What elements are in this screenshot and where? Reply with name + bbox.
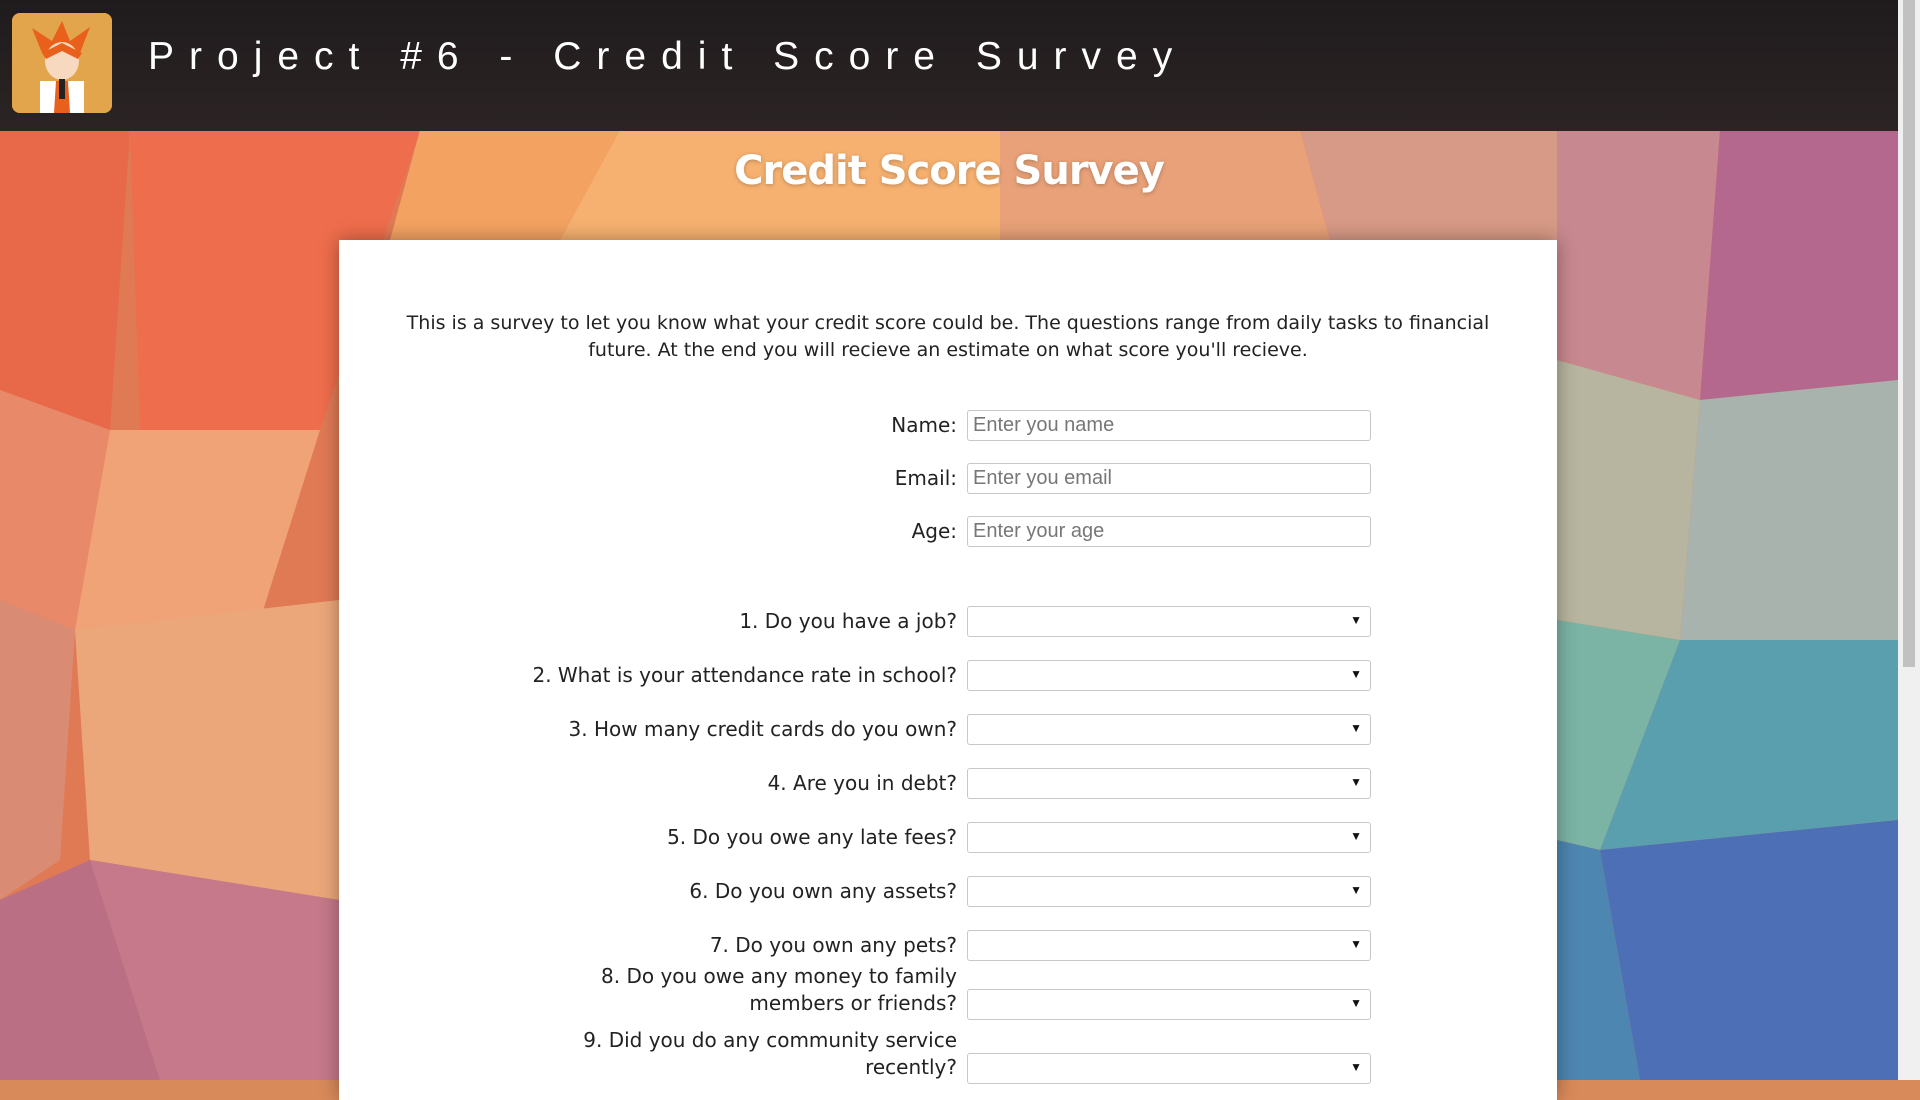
survey-panel: This is a survey to let you know what yo… [339, 240, 1557, 1100]
chevron-down-icon: ▼ [1350, 667, 1362, 681]
question-label: 3. How many credit cards do you own? [568, 717, 957, 741]
question-select[interactable]: ▼ [967, 822, 1371, 853]
question-select[interactable]: ▼ [967, 876, 1371, 907]
question-select[interactable]: ▼ [967, 1053, 1371, 1084]
question-select[interactable]: ▼ [967, 660, 1371, 691]
chevron-down-icon: ▼ [1350, 883, 1362, 897]
question-label: 5. Do you owe any late fees? [667, 825, 957, 849]
page-scrollbar[interactable] [1898, 0, 1920, 1080]
question-select[interactable]: ▼ [967, 768, 1371, 799]
email-input[interactable] [967, 463, 1371, 494]
question-select[interactable]: ▼ [967, 714, 1371, 745]
name-label: Name: [891, 413, 957, 437]
question-label: 9. Did you do any community service rece… [583, 1028, 957, 1079]
logo[interactable] [12, 13, 112, 113]
question-label: 1. Do you have a job? [739, 609, 957, 633]
question-label: 8. Do you owe any money to family member… [601, 964, 957, 1015]
question-label: 7. Do you own any pets? [709, 933, 957, 957]
chevron-down-icon: ▼ [1350, 937, 1362, 951]
chevron-down-icon: ▼ [1350, 996, 1362, 1010]
question-select[interactable]: ▼ [967, 606, 1371, 637]
name-input[interactable] [967, 410, 1371, 441]
site-header: Project #6 - Credit Score Survey [0, 0, 1898, 131]
age-input[interactable] [967, 516, 1371, 547]
question-label: 2. What is your attendance rate in schoo… [532, 663, 957, 687]
chevron-down-icon: ▼ [1350, 613, 1362, 627]
chevron-down-icon: ▼ [1350, 721, 1362, 735]
anime-avatar-icon [12, 13, 112, 113]
email-label: Email: [894, 466, 957, 490]
scrollbar-thumb[interactable] [1903, 0, 1915, 667]
chevron-down-icon: ▼ [1350, 829, 1362, 843]
chevron-down-icon: ▼ [1350, 1060, 1362, 1074]
site-title: Project #6 - Credit Score Survey [148, 35, 1188, 78]
age-label: Age: [911, 519, 957, 543]
chevron-down-icon: ▼ [1350, 775, 1362, 789]
question-label: 4. Are you in debt? [767, 771, 957, 795]
survey-intro: This is a survey to let you know what yo… [406, 312, 1490, 361]
page-title: Credit Score Survey [734, 148, 1165, 194]
question-select[interactable]: ▼ [967, 989, 1371, 1020]
question-select[interactable]: ▼ [967, 930, 1371, 961]
question-label: 6. Do you own any assets? [689, 879, 957, 903]
